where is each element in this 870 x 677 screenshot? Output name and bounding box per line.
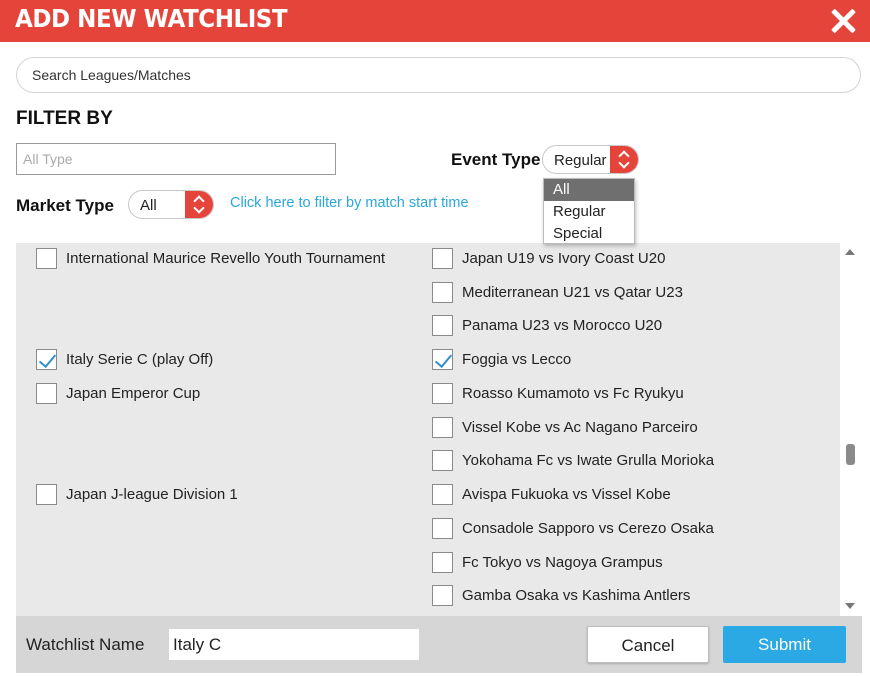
league-label: International Maurice Revello Youth Tour… <box>66 250 386 267</box>
event-type-option-all[interactable]: All <box>544 179 634 201</box>
match-label: Roasso Kumamoto vs Fc Ryukyu <box>462 385 684 402</box>
event-type-dropdown: All Regular Special <box>543 178 635 244</box>
watchlist-name-input[interactable] <box>169 629 419 660</box>
type-filter-input[interactable] <box>16 143 336 175</box>
cancel-button[interactable]: Cancel <box>587 626 709 663</box>
filter-heading: FILTER BY <box>16 108 113 129</box>
league-checkbox[interactable] <box>36 383 57 404</box>
dialog-title: ADD NEW WATCHLIST <box>15 4 288 33</box>
match-checkbox[interactable] <box>432 315 453 336</box>
event-type-label: Event Type <box>451 150 541 169</box>
league-label: Japan Emperor Cup <box>66 385 201 402</box>
dialog-footer: Watchlist Name Cancel Submit <box>16 616 862 673</box>
select-arrows-icon <box>610 146 638 173</box>
league-label: Japan J-league Division 1 <box>66 486 238 503</box>
event-type-value: Regular <box>554 152 607 169</box>
match-checkbox[interactable] <box>432 349 453 370</box>
select-arrows-icon <box>185 191 213 218</box>
match-label: Avispa Fukuoka vs Vissel Kobe <box>462 486 671 503</box>
market-type-value: All <box>140 197 157 214</box>
time-filter-link[interactable]: Click here to filter by match start time <box>230 195 469 211</box>
event-type-option-regular[interactable]: Regular <box>544 201 634 223</box>
market-type-label: Market Type <box>16 196 114 215</box>
search-input[interactable] <box>16 57 861 93</box>
league-checkbox[interactable] <box>36 484 57 505</box>
match-checkbox[interactable] <box>432 383 453 404</box>
league-checkbox[interactable] <box>36 349 57 370</box>
selection-list: International Maurice Revello Youth Tour… <box>16 243 840 616</box>
match-label: Mediterranean U21 vs Qatar U23 <box>462 284 683 301</box>
scroll-down-icon[interactable] <box>845 603 855 609</box>
match-label: Vissel Kobe vs Ac Nagano Parceiro <box>462 419 698 436</box>
event-type-select[interactable]: Regular <box>542 145 639 174</box>
match-checkbox[interactable] <box>432 248 453 269</box>
submit-button[interactable]: Submit <box>723 626 846 663</box>
match-label: Foggia vs Lecco <box>462 351 572 368</box>
match-label: Consadole Sapporo vs Cerezo Osaka <box>462 520 714 537</box>
match-label: Panama U23 vs Morocco U20 <box>462 317 663 334</box>
match-checkbox[interactable] <box>432 518 453 539</box>
dialog-header: ADD NEW WATCHLIST <box>0 0 870 42</box>
match-checkbox[interactable] <box>432 585 453 606</box>
match-checkbox[interactable] <box>432 484 453 505</box>
match-checkbox[interactable] <box>432 450 453 471</box>
market-type-select[interactable]: All <box>128 190 214 219</box>
close-icon[interactable] <box>830 8 856 34</box>
match-checkbox[interactable] <box>432 282 453 303</box>
match-label: Yokohama Fc vs Iwate Grulla Morioka <box>462 452 715 469</box>
event-type-option-special[interactable]: Special <box>544 223 634 245</box>
watchlist-name-label: Watchlist Name <box>26 635 145 654</box>
scroll-up-icon[interactable] <box>845 249 855 255</box>
match-checkbox[interactable] <box>432 552 453 573</box>
match-label: Japan U19 vs Ivory Coast U20 <box>462 250 666 267</box>
match-checkbox[interactable] <box>432 417 453 438</box>
league-label: Italy Serie C (play Off) <box>66 351 214 368</box>
list-scrollbar[interactable] <box>840 243 862 616</box>
scrollbar-thumb[interactable] <box>846 444 855 465</box>
match-label: Gamba Osaka vs Kashima Antlers <box>462 587 691 604</box>
league-checkbox[interactable] <box>36 248 57 269</box>
match-label: Fc Tokyo vs Nagoya Grampus <box>462 554 663 571</box>
